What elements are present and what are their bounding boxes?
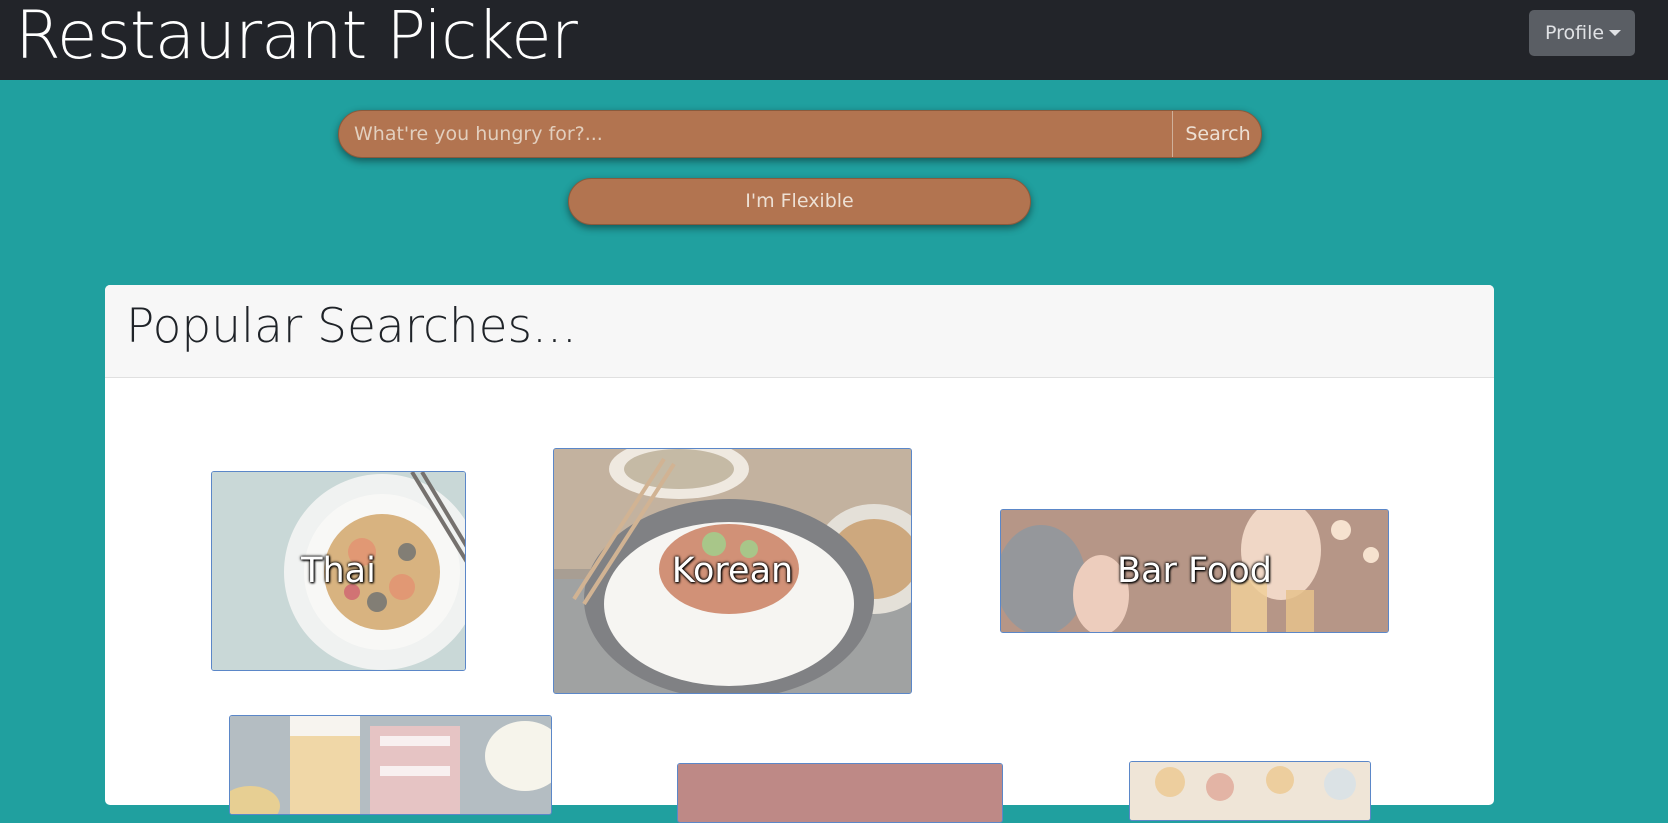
popular-searches-card: Popular Searches... Thai Korean Bar Food <box>105 285 1494 823</box>
brand-title[interactable]: Restaurant Picker <box>15 0 578 76</box>
caret-down-icon <box>1609 30 1621 36</box>
profile-label: Profile <box>1545 22 1605 44</box>
tile-bar-food[interactable]: Bar Food <box>1000 509 1389 633</box>
im-flexible-button[interactable]: I'm Flexible <box>568 178 1031 225</box>
tile-overlay <box>1130 762 1370 820</box>
profile-dropdown-button[interactable]: Profile <box>1529 10 1635 56</box>
search-input[interactable] <box>339 111 1172 157</box>
tile-label: Korean <box>671 551 794 591</box>
tile-overlay <box>230 716 551 814</box>
search-button[interactable]: Search <box>1172 111 1261 157</box>
search-group: Search <box>338 110 1262 158</box>
tile-beer-food[interactable] <box>229 715 552 815</box>
tile-red-cuisine[interactable] <box>677 763 1003 823</box>
tile-thai[interactable]: Thai <box>211 471 466 671</box>
tile-korean[interactable]: Korean <box>553 448 912 694</box>
tile-snack-basket[interactable] <box>1129 761 1371 821</box>
tile-overlay <box>678 764 1002 822</box>
tile-label: Thai <box>301 551 376 591</box>
card-title: Popular Searches... <box>126 299 577 354</box>
tile-label: Bar Food <box>1117 551 1272 591</box>
card-header: Popular Searches... <box>105 285 1494 378</box>
navbar: Restaurant Picker Profile <box>0 0 1668 80</box>
